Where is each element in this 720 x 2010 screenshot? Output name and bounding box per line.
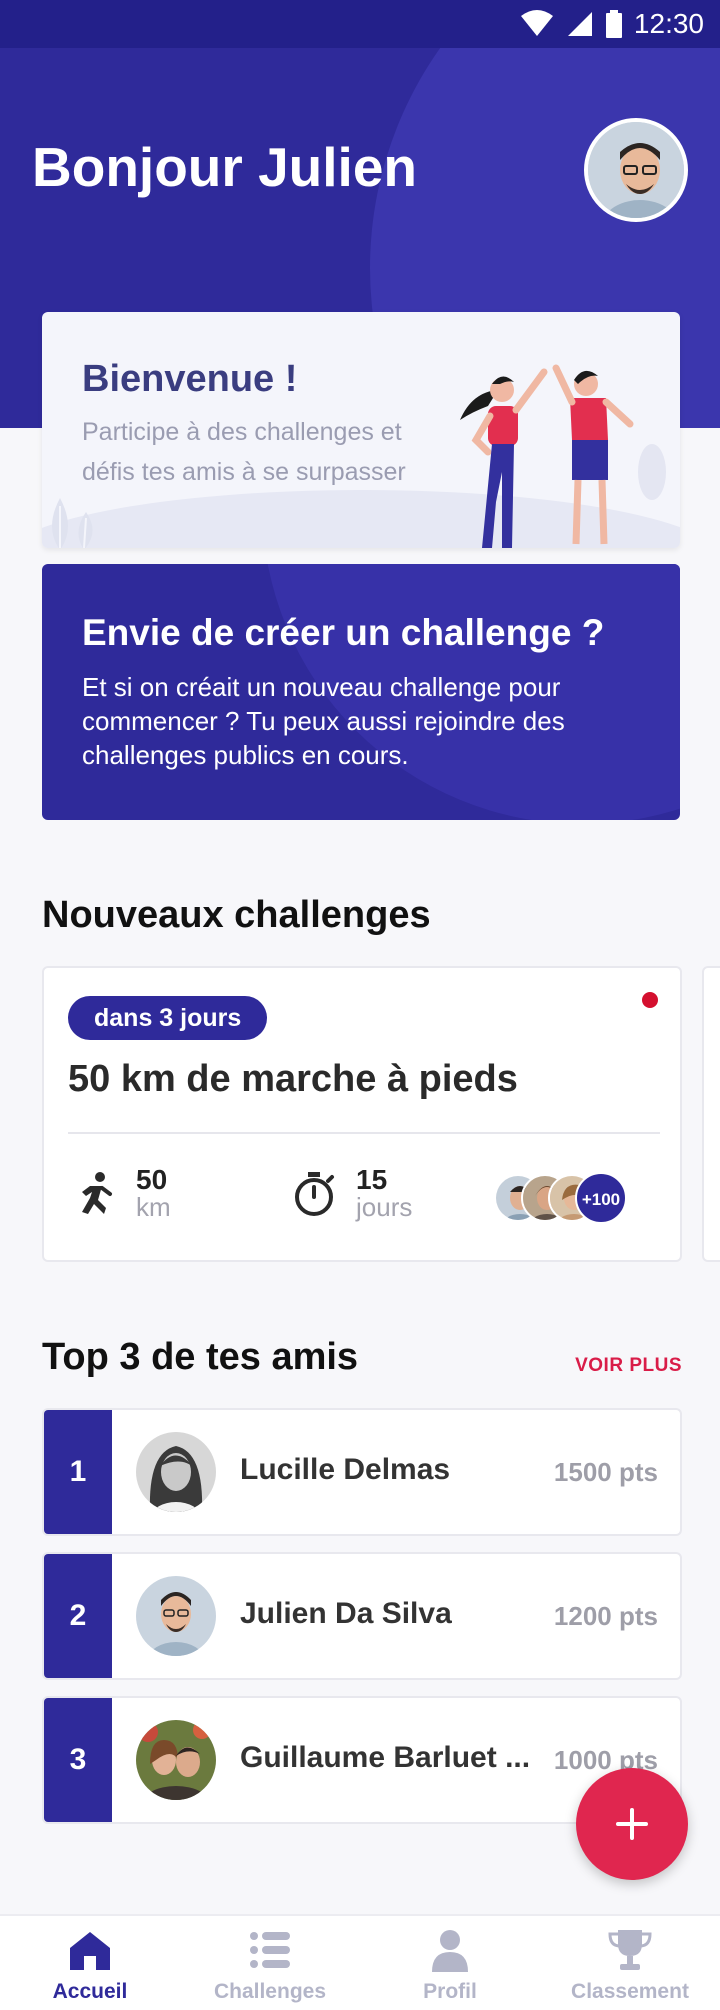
card-divider xyxy=(68,1132,660,1134)
list-icon xyxy=(250,1932,290,1968)
friend-avatar xyxy=(136,1576,216,1656)
stopwatch-icon xyxy=(295,1172,334,1216)
status-icons: 12:30 xyxy=(520,8,704,40)
rank-number: 3 xyxy=(44,1698,112,1822)
challenge-title: 50 km de marche à pieds xyxy=(68,1058,518,1100)
bottom-navigation: Accueil Challenges Profil Classement xyxy=(0,1914,720,2010)
greeting-title: Bonjour Julien xyxy=(32,136,417,198)
nav-home[interactable]: Accueil xyxy=(0,1916,180,2010)
nav-ranking[interactable]: Classement xyxy=(540,1916,720,2010)
welcome-card: Bienvenue ! Participe à des challenges e… xyxy=(42,312,680,548)
create-challenge-title: Envie de créer un challenge ? xyxy=(82,612,605,653)
nav-ranking-label: Classement xyxy=(571,1980,689,2003)
home-icon xyxy=(70,1932,110,1970)
nav-profile-label: Profil xyxy=(423,1980,477,2003)
leaf-icon xyxy=(52,498,93,548)
plus-icon xyxy=(616,1808,648,1840)
participants-group[interactable]: +100 xyxy=(494,1172,654,1226)
friend-name: Lucille Delmas xyxy=(240,1453,451,1486)
top-friends-title: Top 3 de tes amis xyxy=(42,1336,359,1378)
friend-points: 1500 pts xyxy=(553,1457,658,1487)
friend-name: Julien Da Silva xyxy=(240,1597,452,1630)
rank-number: 2 xyxy=(44,1554,112,1678)
high-five-illustration xyxy=(460,364,666,548)
nav-home-label: Accueil xyxy=(52,1980,128,2003)
create-challenge-text: Et si on créait un nouveau challenge pou… xyxy=(82,672,565,770)
see-more-link[interactable]: VOIR PLUS xyxy=(575,1355,682,1377)
welcome-text: Participe à des challenges et défis tes … xyxy=(82,418,406,486)
signal-icon xyxy=(567,12,592,36)
person-icon xyxy=(432,1930,468,1972)
challenge-card[interactable]: dans 3 jours 50 km de marche à pieds 50 … xyxy=(42,966,682,1262)
trophy-icon xyxy=(608,1930,652,1970)
nav-profile[interactable]: Profil xyxy=(360,1916,540,2010)
add-challenge-button[interactable] xyxy=(576,1768,688,1880)
duration-unit: jours xyxy=(356,1192,413,1222)
status-time: 12:30 xyxy=(633,8,704,39)
friend-avatar xyxy=(136,1432,216,1512)
new-challenges-title: Nouveaux challenges xyxy=(42,894,431,936)
friend-points: 1200 pts xyxy=(553,1601,658,1631)
new-indicator-dot xyxy=(642,992,658,1008)
next-challenge-card[interactable] xyxy=(702,966,720,1262)
friend-name: Guillaume Barluet ... xyxy=(240,1741,531,1774)
welcome-title: Bienvenue ! xyxy=(82,358,298,400)
nav-challenges[interactable]: Challenges xyxy=(180,1916,360,2010)
start-badge: dans 3 jours xyxy=(68,996,268,1040)
wifi-icon xyxy=(520,10,553,36)
leaderboard-row[interactable]: 1 Lucille Delmas 1500 pts xyxy=(42,1408,682,1536)
profile-avatar[interactable] xyxy=(584,118,688,222)
participants-more-badge: +100 xyxy=(575,1172,627,1224)
battery-icon xyxy=(605,10,622,38)
leaderboard-row[interactable]: 2 Julien Da Silva 1200 pts xyxy=(42,1552,682,1680)
friend-avatar xyxy=(136,1720,216,1800)
create-challenge-card[interactable]: Envie de créer un challenge ? Et si on c… xyxy=(42,564,680,820)
nav-challenges-label: Challenges xyxy=(213,1980,327,2003)
running-icon xyxy=(82,1172,112,1214)
distance-unit: km xyxy=(136,1192,171,1222)
rank-number: 1 xyxy=(44,1410,112,1534)
status-bar: 12:30 xyxy=(0,0,720,48)
